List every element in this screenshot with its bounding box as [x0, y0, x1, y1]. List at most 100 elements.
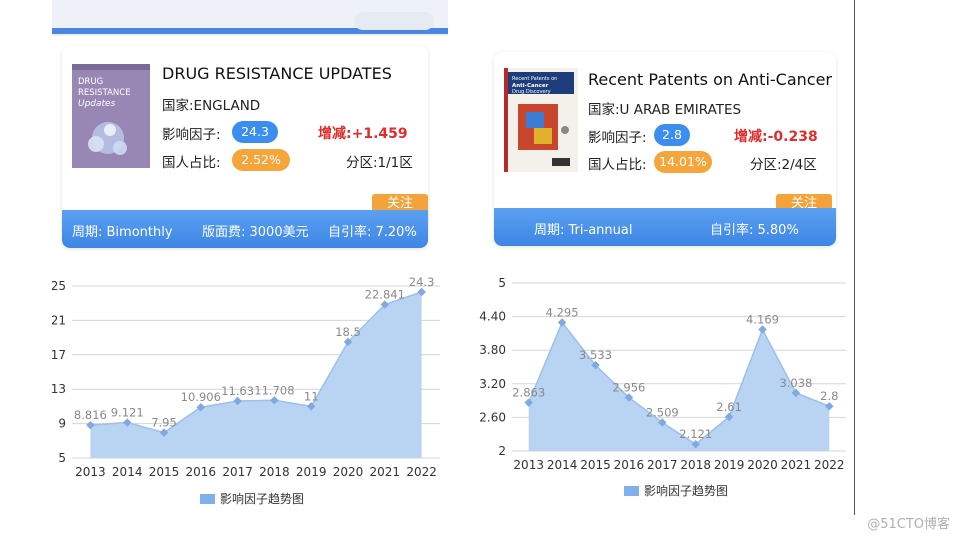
data-label: 10.906: [181, 390, 221, 404]
y-tick-label: 25: [52, 279, 66, 293]
chart-legend[interactable]: 影响因子趋势图: [624, 482, 728, 499]
impact-factor-badge: 24.3: [232, 121, 278, 143]
impact-change-label: 增减:: [734, 129, 768, 145]
x-tick-label: 2022: [814, 458, 845, 472]
impact-change: 增减:-0.238: [734, 126, 818, 146]
cover-text-1: Recent Patents on: [512, 76, 557, 82]
data-label: 2.61: [716, 400, 742, 414]
y-tick-label: 3.20: [479, 377, 506, 391]
chart-svg: 5 9 13 17 21 25 8.816 2013 9.121 2014 7.95 2015 10.9…: [52, 275, 440, 479]
y-tick-label: 21: [52, 313, 66, 327]
data-label: 3.038: [779, 376, 812, 390]
chinese-ratio-label: 国人占比:: [588, 157, 647, 173]
data-label: 4.295: [546, 305, 579, 319]
x-tick-label: 2017: [222, 465, 253, 479]
zone-label: 分区:1/1区: [346, 155, 413, 171]
x-tick-label: 2020: [333, 465, 364, 479]
country-label: 国家:ENGLAND: [162, 98, 261, 114]
data-label: 24.3: [409, 275, 435, 289]
journal-title: DRUG RESISTANCE UPDATES: [162, 64, 392, 83]
x-tick-label: 2017: [647, 458, 678, 472]
journal-title: Recent Patents on Anti-Cancer: [588, 70, 832, 89]
x-tick-label: 2021: [781, 458, 812, 472]
x-tick-label: 2019: [296, 465, 327, 479]
data-label: 11.708: [254, 383, 294, 397]
x-tick-label: 2022: [406, 465, 437, 479]
top-strip: [52, 0, 448, 36]
data-label: 18.5: [335, 325, 361, 339]
y-tick-label: 13: [52, 382, 66, 396]
data-label: 2.956: [612, 380, 645, 394]
x-tick-label: 2016: [614, 458, 645, 472]
legend-swatch: [200, 494, 215, 504]
card-footer: 周期: Bimonthly 版面费: 3000美元 自引率: 7.20%: [62, 210, 428, 248]
chinese-ratio-badge: 2.52%: [232, 149, 290, 171]
x-tick-label: 2018: [259, 465, 290, 479]
y-tick-label: 3.80: [479, 343, 506, 357]
self-citation-text: 自引率: 7.20%: [328, 225, 417, 240]
watermark: @51CTO博客: [867, 517, 950, 532]
impact-factor-badge: 2.8: [654, 124, 690, 146]
impact-factor-label: 影响因子:: [162, 127, 221, 143]
legend-label: 影响因子趋势图: [644, 484, 729, 498]
chinese-ratio-badge: 14.01%: [654, 151, 712, 173]
impact-trend-chart: 2 2.60 3.20 3.80 4.40 5 2.863 2013 4.295 2014 3.53…: [476, 262, 854, 512]
journal-panel-left: DRUG RESISTANCE Updates DRUG RESISTANCE …: [52, 0, 448, 515]
legend-swatch: [624, 486, 639, 496]
data-label: 7.95: [151, 416, 177, 430]
x-tick-label: 2018: [680, 458, 711, 472]
y-tick-label: 2.60: [479, 410, 506, 424]
legend-label: 影响因子趋势图: [220, 492, 305, 506]
x-tick-label: 2020: [747, 458, 778, 472]
self-citation-text: 自引率: 5.80%: [710, 223, 799, 238]
y-tick-label: 5: [58, 451, 66, 465]
data-label: 22.841: [365, 288, 405, 302]
cover-text-1: DRUG: [78, 77, 103, 87]
data-label: 11: [304, 389, 319, 403]
cover-text-3: Drug Discovery: [512, 89, 551, 95]
y-tick-label: 9: [58, 417, 66, 431]
cycle-text: 周期: Tri-annual: [534, 223, 633, 238]
data-label: 4.169: [746, 313, 779, 327]
data-label: 8.816: [74, 408, 107, 422]
impact-change: 增减:+1.459: [318, 123, 408, 143]
data-label: 11.63: [221, 384, 254, 398]
y-tick-label: 5: [498, 276, 506, 290]
journal-card[interactable]: DRUG RESISTANCE Updates DRUG RESISTANCE …: [62, 46, 428, 248]
y-tick-label: 2: [498, 444, 506, 458]
x-tick-label: 2021: [370, 465, 401, 479]
x-tick-label: 2014: [112, 465, 143, 479]
chart-svg: 2 2.60 3.20 3.80 4.40 5 2.863 2013 4.295 2014 3.53…: [479, 276, 846, 472]
data-label: 2.863: [512, 386, 545, 400]
data-label: 2.509: [646, 405, 679, 419]
x-tick-label: 2014: [547, 458, 578, 472]
x-tick-label: 2015: [149, 465, 180, 479]
zone-label: 分区:2/4区: [750, 157, 817, 173]
x-tick-label: 2013: [75, 465, 106, 479]
cover-text-3: Updates: [78, 99, 116, 109]
data-label: 2.8: [820, 389, 838, 403]
cover-text-2: RESISTANCE: [78, 88, 131, 98]
journal-panel-right: Recent Patents on Anti-Cancer Drug Disco…: [476, 0, 855, 515]
x-tick-label: 2019: [714, 458, 745, 472]
data-label: 2.121: [679, 427, 712, 441]
impact-trend-chart: 5 9 13 17 21 25 8.816 2013 9.121 2014 7.95 2015 10.9…: [52, 262, 448, 512]
fee-text: 版面费: 3000美元: [202, 225, 309, 240]
data-label: 9.121: [111, 406, 144, 420]
y-tick-label: 4.40: [479, 310, 506, 324]
cycle-text: 周期: Bimonthly: [72, 225, 173, 240]
chinese-ratio-label: 国人占比:: [162, 155, 221, 171]
impact-factor-label: 影响因子:: [588, 130, 647, 146]
data-label: 3.533: [579, 348, 612, 362]
x-tick-label: 2015: [580, 458, 611, 472]
card-footer: 周期: Tri-annual 自引率: 5.80%: [494, 208, 836, 246]
search-pill[interactable]: [354, 12, 434, 30]
impact-change-value: +1.459: [351, 126, 408, 142]
journal-cover-image: Recent Patents on Anti-Cancer Drug Disco…: [504, 68, 578, 172]
journal-card[interactable]: Recent Patents on Anti-Cancer Drug Disco…: [494, 52, 836, 246]
data-point: [758, 325, 767, 334]
x-tick-label: 2013: [513, 458, 544, 472]
chart-legend[interactable]: 影响因子趋势图: [200, 490, 304, 507]
journal-cover-image: DRUG RESISTANCE Updates: [72, 64, 150, 168]
impact-change-label: 增减:: [318, 126, 352, 142]
